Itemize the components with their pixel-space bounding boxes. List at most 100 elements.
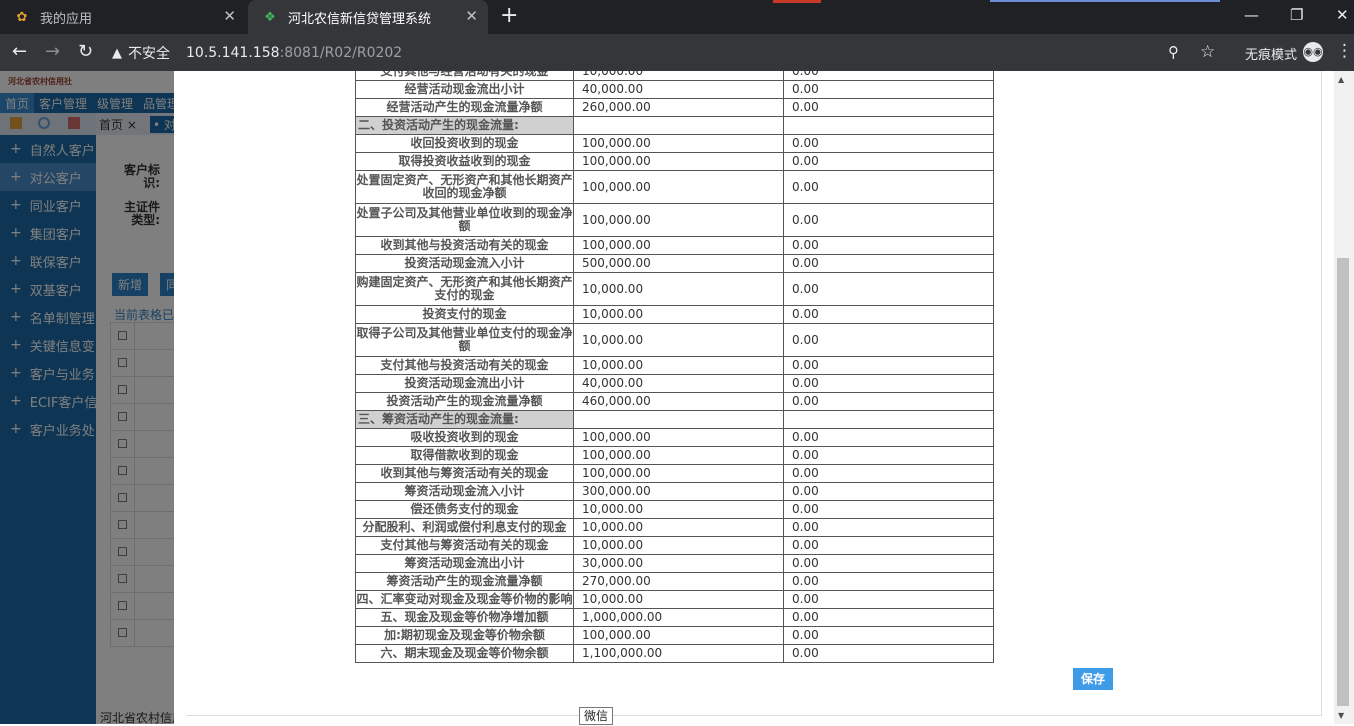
prior-amount[interactable]: 0.00 (783, 203, 994, 237)
current-amount[interactable]: 100,000.00 (573, 170, 784, 204)
current-amount[interactable]: 10,000.00 (573, 272, 784, 306)
current-amount[interactable]: 1,100,000.00 (573, 644, 784, 663)
current-amount[interactable]: 100,000.00 (573, 626, 784, 645)
current-amount[interactable]: 10,000.00 (573, 323, 784, 357)
current-amount[interactable]: 460,000.00 (573, 392, 784, 411)
prior-amount[interactable]: 0.00 (783, 518, 994, 537)
bookmark-star-icon[interactable]: ☆ (1200, 42, 1215, 62)
prior-amount[interactable]: 0.00 (783, 572, 994, 591)
scroll-up-icon[interactable]: ▲ (1338, 75, 1344, 84)
row-label: 收到其他与投资活动有关的现金 (355, 236, 574, 255)
prior-amount[interactable]: 0.00 (783, 356, 994, 375)
prior-amount[interactable]: 0.00 (783, 323, 994, 357)
row-label: 收到其他与筹资活动有关的现金 (355, 464, 574, 483)
current-amount[interactable]: 40,000.00 (573, 80, 784, 99)
scrollbar-thumb[interactable] (1337, 258, 1349, 706)
prior-amount[interactable]: 0.00 (783, 644, 994, 663)
reload-icon[interactable]: ↻ (78, 42, 93, 62)
scroll-down-icon[interactable]: ▼ (1338, 711, 1344, 720)
prior-amount[interactable]: 0.00 (783, 71, 994, 81)
current-amount[interactable]: 1,000,000.00 (573, 608, 784, 627)
modal-content: 支付其他与经营活动有关的现金 10,000.00 0.00 经营活动现金流出小计 40,… (186, 71, 1322, 716)
prior-amount[interactable]: 0.00 (783, 626, 994, 645)
prior-amount[interactable]: 0.00 (783, 374, 994, 393)
cashflow-row: 购建固定资产、无形资产和其他长期资产支付的现金 10,000.00 0.00 (355, 272, 994, 306)
prior-amount[interactable]: 0.00 (783, 482, 994, 501)
menu-icon[interactable]: ⋮ (1336, 41, 1353, 61)
current-amount[interactable]: 100,000.00 (573, 203, 784, 237)
cashflow-row: 处置子公司及其他营业单位收到的现金净额 100,000.00 0.00 (355, 203, 994, 237)
row-label: 购建固定资产、无形资产和其他长期资产支付的现金 (355, 272, 574, 306)
current-amount[interactable]: 40,000.00 (573, 374, 784, 393)
prior-amount[interactable]: 0.00 (783, 608, 994, 627)
prior-amount[interactable]: 0.00 (783, 254, 994, 273)
prior-amount[interactable]: 0.00 (783, 500, 994, 519)
cashflow-row: 六、期末现金及现金等价物余额 1,100,000.00 0.00 (355, 644, 994, 663)
close-icon[interactable]: ✕ (223, 8, 236, 24)
current-amount[interactable]: 100,000.00 (573, 428, 784, 447)
cashflow-row: 偿还债务支付的现金 10,000.00 0.00 (355, 500, 994, 519)
row-label: 取得子公司及其他营业单位支付的现金净额 (355, 323, 574, 357)
close-window-icon[interactable]: ✕ (1336, 6, 1349, 24)
prior-amount[interactable]: 0.00 (783, 392, 994, 411)
prior-amount[interactable]: 0.00 (783, 590, 994, 609)
prior-amount[interactable]: 0.00 (783, 170, 994, 204)
tab-credit-system[interactable]: ❖ 河北农信新信贷管理系统 ✕ (248, 0, 488, 34)
current-amount[interactable]: 10,000.00 (573, 71, 784, 81)
cashflow-row: 吸收投资收到的现金 100,000.00 0.00 (355, 428, 994, 447)
current-amount[interactable]: 500,000.00 (573, 254, 784, 273)
restore-icon[interactable]: ❐ (1290, 6, 1303, 24)
current-amount[interactable]: 300,000.00 (573, 482, 784, 501)
prior-amount[interactable]: 0.00 (783, 446, 994, 465)
save-button[interactable]: 保存 (1073, 668, 1113, 690)
url-path: :8081/R02/R0202 (279, 45, 403, 61)
current-amount[interactable]: 270,000.00 (573, 572, 784, 591)
current-amount[interactable]: 10,000.00 (573, 356, 784, 375)
cashflow-row: 四、汇率变动对现金及现金等价物的影响 10,000.00 0.00 (355, 590, 994, 609)
current-amount[interactable]: 100,000.00 (573, 446, 784, 465)
tab-my-apps[interactable]: ✿ 我的应用 ✕ (0, 0, 246, 34)
prior-amount[interactable]: 0.00 (783, 134, 994, 153)
back-icon[interactable]: ← (12, 42, 27, 62)
incognito-icon[interactable]: ◉◉ (1303, 42, 1323, 62)
forward-icon[interactable]: → (45, 42, 60, 62)
prior-amount[interactable]: 0.00 (783, 152, 994, 171)
current-amount[interactable]: 30,000.00 (573, 554, 784, 573)
cashflow-row: 筹资活动现金流出小计 30,000.00 0.00 (355, 554, 994, 573)
current-amount[interactable]: 10,000.00 (573, 536, 784, 555)
current-amount[interactable]: 100,000.00 (573, 464, 784, 483)
current-amount[interactable]: 10,000.00 (573, 305, 784, 324)
prior-amount[interactable]: 0.00 (783, 272, 994, 306)
modal-scrollbar[interactable]: ▲ ▼ (1334, 71, 1354, 724)
current-amount[interactable]: 100,000.00 (573, 134, 784, 153)
prior-amount[interactable]: 0.00 (783, 305, 994, 324)
current-amount[interactable]: 100,000.00 (573, 152, 784, 171)
row-label: 吸收投资收到的现金 (355, 428, 574, 447)
prior-amount[interactable]: 0.00 (783, 464, 994, 483)
close-icon[interactable]: ✕ (465, 8, 478, 24)
current-amount[interactable]: 10,000.00 (573, 500, 784, 519)
prior-amount[interactable]: 0.00 (783, 236, 994, 255)
prior-amount[interactable]: 0.00 (783, 98, 994, 117)
current-amount[interactable]: 100,000.00 (573, 236, 784, 255)
cashflow-row: 投资活动现金流入小计 500,000.00 0.00 (355, 254, 994, 273)
row-label: 处置子公司及其他营业单位收到的现金净额 (355, 203, 574, 237)
prior-amount[interactable]: 0.00 (783, 554, 994, 573)
cashflow-modal: 支付其他与经营活动有关的现金 10,000.00 0.00 经营活动现金流出小计 40,… (174, 71, 1334, 724)
prior-amount[interactable]: 0.00 (783, 536, 994, 555)
site-logo-icon: ❖ (264, 9, 276, 25)
prior-amount[interactable]: 0.00 (783, 80, 994, 99)
zoom-icon[interactable]: ⚲ (1168, 42, 1179, 62)
prior-amount[interactable]: 0.00 (783, 428, 994, 447)
current-amount[interactable]: 10,000.00 (573, 590, 784, 609)
current-amount[interactable]: 10,000.00 (573, 518, 784, 537)
current-amount[interactable] (573, 116, 784, 135)
minimize-icon[interactable]: — (1244, 6, 1259, 24)
new-tab-icon[interactable]: + (500, 5, 518, 27)
prior-amount[interactable] (783, 410, 994, 429)
prior-amount[interactable] (783, 116, 994, 135)
address-bar[interactable]: ▲ 不安全 10.5.141.158:8081/R02/R0202 (112, 41, 402, 65)
current-amount[interactable]: 260,000.00 (573, 98, 784, 117)
red-indicator (773, 0, 821, 3)
current-amount[interactable] (573, 410, 784, 429)
